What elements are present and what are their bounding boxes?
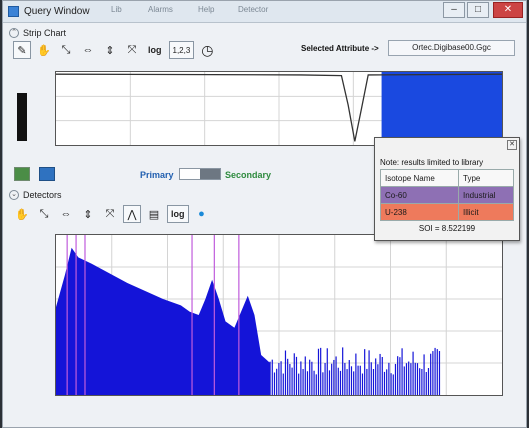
detectors-toolbar: ✋ ⤡ ⇔ ⇕ ⤧ ⋀ ▤ log ● (13, 204, 211, 224)
vertical-arrows-icon[interactable]: ⇕ (101, 41, 119, 59)
fit-extents-icon[interactable]: ⤧ (101, 205, 119, 223)
strip-highlight-region (381, 72, 502, 145)
column-header-type[interactable]: Type (458, 169, 514, 187)
spectrum-plot[interactable] (55, 234, 503, 396)
menu-item-detector[interactable]: Detector (238, 5, 268, 14)
close-button[interactable]: ✕ (493, 2, 523, 18)
strip-toolbar: ✎ ✋ ⤡ ⇔ ⇕ ⤧ log 1,2,3 ◷ (13, 40, 216, 60)
menu-item-alarms[interactable]: Alarms (148, 5, 173, 14)
log-scale-button[interactable]: log (145, 41, 165, 59)
numbers-button[interactable]: 1,2,3 (168, 41, 195, 59)
strip-chart-header[interactable]: ⌃ Strip Chart (3, 26, 526, 40)
spectrum-area (56, 247, 271, 395)
query-window: Query Window Lib Alarms Help Detector – … (2, 0, 527, 428)
isotope-name: Co-60 (380, 186, 459, 204)
column-header-isotope[interactable]: Isotope Name (380, 169, 459, 187)
fit-extents-icon[interactable]: ⤧ (123, 41, 141, 59)
isotope-type: Illicit (458, 203, 514, 221)
vertical-arrows-icon[interactable]: ⇕ (79, 205, 97, 223)
pan-hand-icon[interactable]: ✋ (35, 41, 53, 59)
minimize-button[interactable]: – (443, 2, 465, 18)
strip-chart-title: Strip Chart (23, 28, 67, 38)
peak-shape-icon[interactable]: ⋀ (123, 205, 141, 223)
pan-hand-icon[interactable]: ✋ (13, 205, 31, 223)
primary-label: Primary (140, 170, 174, 180)
menu-item-lib[interactable]: Lib (111, 5, 122, 14)
library-note: Note: results limited to library (380, 158, 484, 167)
spectrum-svg (56, 235, 502, 395)
edit-icon[interactable]: ✎ (13, 41, 31, 59)
soi-value: SOI = 8.522199 (418, 224, 476, 233)
secondary-label: Secondary (225, 170, 272, 180)
clock-icon[interactable]: ◷ (198, 41, 216, 59)
horizontal-arrows-icon[interactable]: ⇔ (79, 41, 97, 59)
library-books-icon[interactable]: ▤ (145, 205, 163, 223)
refresh-icon[interactable] (39, 167, 55, 181)
table-row[interactable]: Co-60 Industrial (380, 186, 514, 204)
isotope-type: Industrial (458, 186, 514, 204)
collapse-chevron-icon[interactable]: ⌃ (9, 28, 19, 38)
collapse-chevron-icon[interactable]: ⌄ (9, 190, 19, 200)
zoom-select-icon[interactable]: ⤡ (35, 205, 53, 223)
popup-close-icon[interactable]: ✕ (507, 140, 517, 150)
strip-chart-plot[interactable] (55, 71, 503, 146)
strip-axis-label (17, 93, 27, 141)
zoom-select-icon[interactable]: ⤡ (57, 41, 75, 59)
strip-chart-svg (55, 72, 503, 145)
menu-item-help[interactable]: Help (198, 5, 214, 14)
horizontal-arrows-icon[interactable]: ⇔ (57, 205, 75, 223)
title-bar: Query Window Lib Alarms Help Detector – … (3, 1, 526, 23)
selected-attribute-field[interactable]: Ortec.Digibase00.Ggc (388, 40, 515, 56)
app-icon (8, 6, 19, 17)
table-row[interactable]: U-238 Illicit (380, 203, 514, 221)
window-title: Query Window (24, 6, 90, 17)
maximize-button[interactable]: □ (467, 2, 489, 18)
log-scale-button[interactable]: log (167, 205, 189, 223)
isotope-name: U-238 (380, 203, 459, 221)
back-arrow-icon[interactable] (14, 167, 30, 181)
selected-attribute-label: Selected Attribute -> (301, 44, 379, 53)
isotope-table: Isotope Name Type Co-60 Industrial U-238… (380, 169, 514, 221)
isotope-results-popup: ✕ Note: results limited to library Isoto… (374, 137, 520, 241)
primary-secondary-toggle[interactable] (179, 168, 221, 180)
detectors-title: Detectors (23, 190, 62, 200)
pin-icon[interactable]: ● (193, 205, 211, 223)
